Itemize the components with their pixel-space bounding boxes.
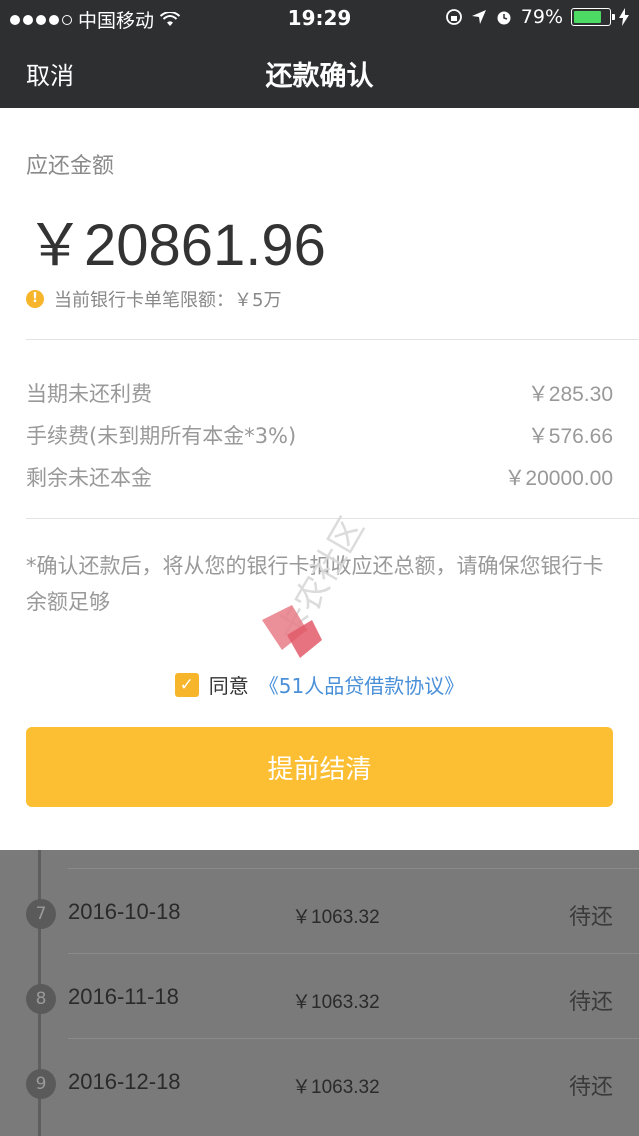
alarm-icon: [497, 11, 511, 25]
top-bar: 中国移动 19:29 79% 取消 还款确认: [0, 0, 639, 108]
divider: [26, 518, 639, 519]
charging-icon: [619, 8, 629, 26]
row-date: 2016-10-18: [68, 899, 181, 924]
row-divider: [68, 953, 639, 954]
orientation-lock-icon: [445, 9, 462, 25]
fee-value: ￥576.66: [527, 425, 613, 448]
fee-label: 手续费(未到期所有本金*3%): [26, 424, 297, 448]
status-right: 79%: [445, 6, 629, 28]
fee-row-handling: 手续费(未到期所有本金*3%) ￥576.66: [26, 420, 613, 450]
fee-row-interest: 当期未还利费 ￥285.30: [26, 378, 613, 408]
row-status: 待还: [568, 1075, 613, 1100]
info-icon: !: [26, 290, 44, 308]
battery-percent: 79%: [520, 6, 563, 28]
battery-icon: [571, 8, 615, 26]
list-item[interactable]: 9 2016-12-18 ￥1063.32 待还: [0, 1038, 639, 1123]
due-amount: ￥20861.96: [26, 213, 326, 278]
page-title: 还款确认: [265, 61, 374, 92]
period-badge: 7: [26, 899, 56, 929]
fee-value: ￥20000.00: [504, 467, 613, 490]
fee-value: ￥285.30: [527, 383, 613, 406]
location-icon: [471, 10, 486, 24]
fee-label: 剩余未还本金: [26, 466, 152, 490]
row-date: 2016-11-18: [68, 984, 179, 1009]
nav-bar: 取消 还款确认: [0, 36, 639, 108]
row-divider: [68, 1038, 639, 1039]
agreement-link[interactable]: 《51人品贷借款协议》: [259, 670, 464, 699]
period-badge: 9: [26, 1069, 56, 1099]
list-item[interactable]: 7 2016-10-18 ￥1063.32 待还: [0, 868, 639, 953]
fee-label: 当期未还利费: [26, 382, 152, 406]
agree-checkbox[interactable]: ✓: [174, 672, 199, 697]
repayment-schedule: 7 2016-10-18 ￥1063.32 待还 8 2016-11-18 ￥1…: [0, 850, 639, 1136]
period-badge: 8: [26, 984, 56, 1014]
repayment-notice: *确认还款后，将从您的银行卡扣收应还总额，请确保您银行卡余额足够: [26, 554, 604, 614]
battery-fill: [574, 11, 601, 23]
row-amount: ￥1063.32: [292, 907, 380, 928]
divider: [26, 339, 639, 340]
card-limit-text: 当前银行卡单笔限额：￥5万: [54, 290, 282, 311]
repayment-panel: 应还金额 ￥20861.96 ! 当前银行卡单笔限额：￥5万 当期未还利费 ￥2…: [0, 108, 639, 850]
status-bar: 中国移动 19:29 79%: [0, 0, 639, 36]
fee-row-principal: 剩余未还本金 ￥20000.00: [26, 462, 613, 492]
row-status: 待还: [568, 990, 613, 1015]
agree-label: 同意: [208, 674, 249, 698]
row-amount: ￥1063.32: [292, 992, 380, 1013]
row-status: 待还: [568, 905, 613, 930]
list-item[interactable]: 8 2016-11-18 ￥1063.32 待还: [0, 953, 639, 1038]
settle-early-button[interactable]: 提前结清: [26, 727, 613, 807]
row-amount: ￥1063.32: [292, 1077, 380, 1098]
due-amount-label: 应还金额: [26, 154, 115, 179]
agreement-row: ✓ 同意 《51人品贷借款协议》: [0, 670, 639, 699]
row-date: 2016-12-18: [68, 1069, 181, 1094]
row-divider: [68, 868, 639, 869]
card-limit-row: ! 当前银行卡单笔限额：￥5万: [26, 286, 281, 312]
